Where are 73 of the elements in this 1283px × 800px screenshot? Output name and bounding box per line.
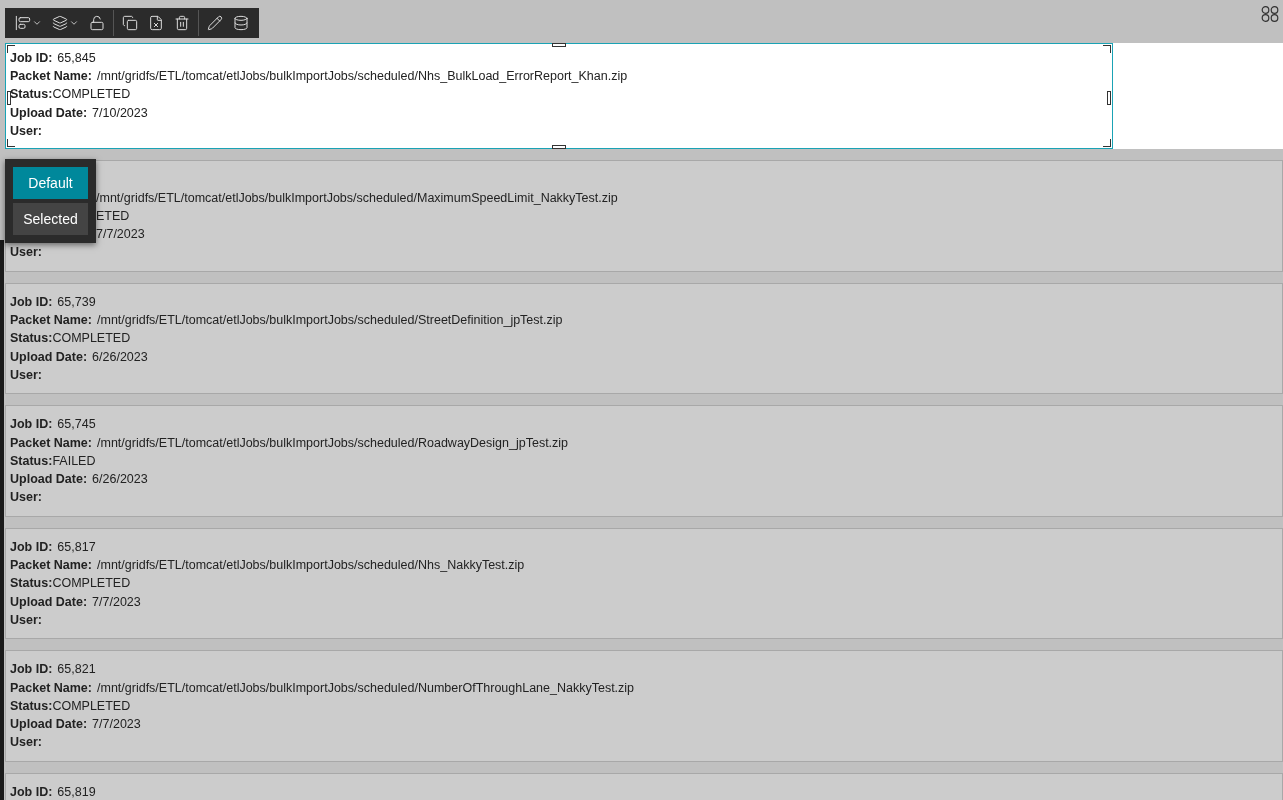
field-value: /mnt/gridfs/ETL/tomcat/etlJobs/bulkImportJobs/scheduled/Nhs_BulkLoad_ErrorReport_Khan.zip: [97, 68, 628, 86]
field-value: 6/26/2023: [92, 471, 148, 489]
field-value: 65,845: [57, 49, 96, 67]
state-option[interactable]: Selected: [13, 203, 88, 235]
pencil-icon: [207, 15, 223, 31]
field-value: 6/26/2023: [92, 348, 148, 366]
document-icon: [148, 15, 164, 31]
field-value: 7/7/2023: [92, 593, 141, 611]
caret-icon: [69, 18, 79, 28]
job-card[interactable]: Job ID: 65,821 Packet Name: /mnt/gridfs/ETL/tomcat/etlJobs/bulkImportJobs/scheduled/NumberOfThroughLane_NakkyTest.zip Status:COMPLETED Upload Date: 7/7/2023 User:: [5, 650, 1283, 762]
status-text: Status:COMPLETED: [10, 86, 131, 104]
field-label: Packet Name:: [10, 679, 92, 697]
status-text: Status:COMPLETED: [10, 697, 131, 715]
field-value: 7/7/2023: [92, 716, 141, 734]
field-value: /mnt/gridfs/ETL/tomcat/etlJobs/bulkImportJobs/scheduled/Nhs_NakkyTest.zip: [97, 557, 525, 574]
field-label: Job ID:: [10, 783, 53, 800]
resize-handle[interactable]: [1107, 91, 1111, 105]
field-value: 65,817: [57, 538, 96, 556]
field-label: Job ID:: [10, 538, 53, 556]
field-label: User:: [10, 489, 42, 507]
database-icon: [233, 15, 249, 31]
caret-icon: [32, 18, 42, 28]
field-value: /mnt/gridfs/ETL/tomcat/etlJobs/bulkImportJobs/scheduled/RoadwayDesign_jpTest.zip: [97, 434, 569, 452]
field-label: Job ID:: [10, 49, 53, 67]
field-value: /mnt/gridfs/ETL/tomcat/etlJobs/bulkImportJobs/scheduled/MaximumSpeedLimit_NakkyTest.zip: [96, 189, 618, 207]
field-label: Packet Name:: [10, 434, 92, 452]
field-label: Upload Date:: [10, 348, 88, 366]
field-label: Upload Date:: [10, 104, 88, 122]
field-label: Packet Name:: [10, 68, 92, 86]
resize-handle[interactable]: [1103, 45, 1111, 53]
job-card[interactable]: Job ID: 65,745 Packet Name: /mnt/gridfs/ETL/tomcat/etlJobs/bulkImportJobs/scheduled/RoadwayDesign_jpTest.zip Status:FAILED Upload Date: 6/26/2023 User:: [5, 405, 1283, 517]
field-label: Job ID:: [10, 416, 53, 434]
field-value: 7/7/2023: [96, 226, 145, 244]
align-icon: [15, 15, 31, 31]
field-label: User:: [10, 734, 42, 752]
field-value: /mnt/gridfs/ETL/tomcat/etlJobs/bulkImportJobs/scheduled/StreetDefinition_jpTest.zip: [97, 312, 563, 330]
field-label: Upload Date:: [10, 593, 88, 611]
job-card[interactable]: Job ID: 65,817 Packet Name: /mnt/gridfs/ETL/tomcat/etlJobs/bulkImportJobs/scheduled/Nhs_NakkyTest.zip Status:COMPLETED Upload Date: 7/7/2023 User:: [5, 527, 1283, 640]
field-label: Upload Date:: [10, 716, 88, 734]
resize-handle[interactable]: [1103, 139, 1111, 148]
field-label: Packet Name:: [10, 312, 92, 330]
grid-icon[interactable]: [1261, 6, 1279, 22]
job-card[interactable]: Job ID: 65,819: [5, 772, 1283, 800]
field-label: Job ID:: [10, 293, 53, 311]
resize-handle[interactable]: [7, 91, 11, 105]
field-value: 65,745: [57, 416, 96, 434]
field-value: ETED: [96, 207, 130, 225]
status-text: Status:FAILED: [10, 452, 96, 470]
resize-handle[interactable]: [7, 45, 15, 53]
field-value: /mnt/gridfs/ETL/tomcat/etlJobs/bulkImportJobs/scheduled/NumberOfThroughLane_NakkyTest.zip: [97, 679, 635, 697]
field-label: Upload Date:: [10, 471, 88, 489]
field-label: User:: [10, 244, 42, 262]
field-value: 7/10/2023: [92, 104, 148, 122]
status-text: Status:COMPLETED: [10, 330, 131, 348]
field-label: Packet Name:: [10, 557, 92, 574]
resize-handle[interactable]: [7, 139, 15, 148]
unlock-icon: [89, 15, 105, 31]
field-value: 65,821: [57, 661, 96, 679]
layers-icon: [52, 15, 68, 31]
job-card[interactable]: Job ID: 65,845 Packet Name: /mnt/gridfs/ETL/tomcat/etlJobs/bulkImportJobs/scheduled/Nhs_BulkLoad_ErrorReport_Khan.zip Status:COMPLETED Upload Date: 7/10/2023 User:: [5, 43, 1113, 150]
copy-icon: [122, 15, 138, 31]
field-label: User:: [10, 122, 42, 140]
state-option[interactable]: Default: [13, 167, 88, 199]
trash-icon: [174, 15, 190, 31]
field-label: User:: [10, 366, 42, 384]
resize-handle[interactable]: [552, 145, 566, 150]
resize-handle[interactable]: [552, 43, 566, 47]
field-value: 65,739: [57, 293, 96, 311]
status-text: Status:COMPLETED: [10, 575, 131, 593]
job-card[interactable]: Job ID: 65,739 Packet Name: /mnt/gridfs/ETL/tomcat/etlJobs/bulkImportJobs/scheduled/StreetDefinition_jpTest.zip Status:COMPLETED Upload Date: 6/26/2023 User:: [5, 282, 1283, 395]
field-label: Job ID:: [10, 661, 53, 679]
field-label: User:: [10, 611, 42, 629]
field-value: 65,819: [57, 783, 96, 800]
